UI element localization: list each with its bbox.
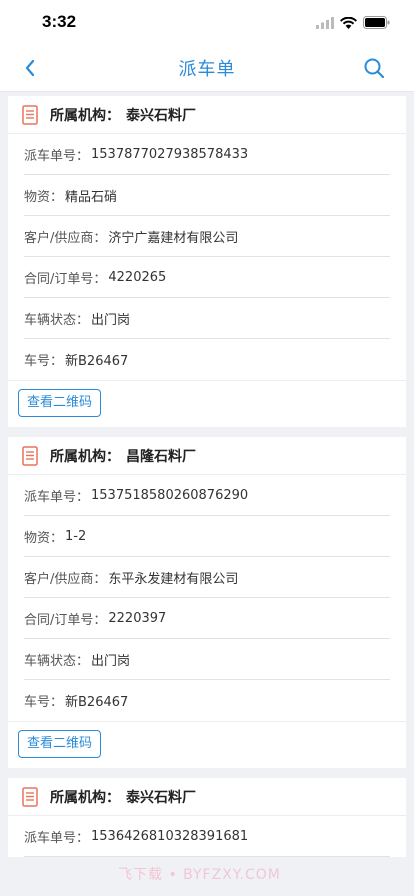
field-value: 1536426810328391681 (91, 828, 249, 844)
field-value: 济宁广嘉建材有限公司 (108, 230, 239, 246)
watermark-text: 飞下载 • BYFZXY.COM (118, 867, 281, 883)
org-value: 泰兴石料厂 (126, 789, 196, 806)
org-value: 昌隆石料厂 (126, 448, 196, 465)
field-material: 物资： 1-2 (24, 516, 390, 557)
wifi-icon (340, 14, 357, 33)
field-vehicle-status: 车辆状态： 出门岗 (24, 639, 390, 680)
field-customer: 客户/供应商： 济宁广嘉建材有限公司 (24, 216, 390, 257)
field-value: 新B26467 (65, 354, 129, 369)
page-title: 派车单 (178, 58, 236, 80)
battery-icon (363, 14, 390, 33)
search-button[interactable] (360, 54, 388, 82)
chevron-left-icon (25, 59, 35, 77)
card-header: 所属机构： 泰兴石料厂 (8, 96, 406, 134)
field-label: 派车单号： (24, 148, 90, 164)
field-label: 客户/供应商： (24, 230, 107, 246)
org-value: 泰兴石料厂 (126, 107, 196, 124)
field-value: 1537518580260876290 (91, 487, 249, 503)
field-value: 出门岗 (91, 312, 131, 328)
status-bar: 3:32 (0, 0, 414, 44)
field-label: 派车单号： (24, 489, 90, 505)
field-label: 物资： (24, 189, 64, 205)
field-label: 派车单号： (24, 830, 90, 846)
search-icon (364, 58, 385, 79)
field-dispatch-no: 派车单号： 1537518580260876290 (24, 475, 390, 516)
field-material: 物资： 精品石硝 (24, 175, 390, 216)
field-vehicle-status: 车辆状态： 出门岗 (24, 298, 390, 339)
field-customer: 客户/供应商： 东平永发建材有限公司 (24, 557, 390, 598)
view-qrcode-button[interactable]: 查看二维码 (18, 389, 102, 417)
field-value: 新B26467 (65, 695, 129, 710)
back-button[interactable] (16, 54, 44, 82)
view-qrcode-button[interactable]: 查看二维码 (18, 730, 102, 758)
card-footer: 查看二维码 (8, 721, 406, 768)
dispatch-list: 所属机构： 泰兴石料厂 派车单号： 1537877027938578433 物资… (0, 92, 414, 857)
document-icon (22, 786, 38, 807)
field-contract-no: 合同/订单号： 2220397 (24, 598, 390, 639)
status-icons (316, 14, 390, 33)
status-time: 3:32 (42, 12, 77, 31)
org-label: 所属机构： (50, 448, 120, 465)
field-value: 出门岗 (91, 653, 131, 669)
dispatch-card[interactable]: 所属机构： 昌隆石料厂 派车单号： 1537518580260876290 物资… (8, 437, 406, 768)
field-label: 车辆状态： (24, 312, 90, 328)
org-label: 所属机构： (50, 789, 120, 806)
field-label: 车辆状态： (24, 653, 90, 669)
dispatch-card[interactable]: 所属机构： 泰兴石料厂 派车单号： 1537877027938578433 物资… (8, 96, 406, 427)
field-label: 客户/供应商： (24, 571, 107, 587)
card-footer: 查看二维码 (8, 380, 406, 427)
org-label: 所属机构： (50, 107, 120, 124)
document-icon (22, 445, 38, 466)
field-label: 合同/订单号： (24, 271, 107, 287)
field-value: 1537877027938578433 (91, 146, 249, 162)
dispatch-card[interactable]: 所属机构： 泰兴石料厂 派车单号： 1536426810328391681 (8, 778, 406, 857)
field-plate-no: 车号： 新B26467 (24, 339, 390, 380)
document-icon (22, 104, 38, 125)
field-label: 车号： (24, 695, 64, 710)
card-header: 所属机构： 昌隆石料厂 (8, 437, 406, 475)
field-dispatch-no: 派车单号： 1536426810328391681 (24, 816, 390, 857)
field-contract-no: 合同/订单号： 4220265 (24, 257, 390, 298)
field-dispatch-no: 派车单号： 1537877027938578433 (24, 134, 390, 175)
field-label: 车号： (24, 354, 64, 369)
card-header: 所属机构： 泰兴石料厂 (8, 778, 406, 816)
field-value: 1-2 (65, 528, 87, 544)
nav-bar: 派车单 (0, 44, 414, 92)
field-value: 2220397 (108, 610, 167, 626)
field-label: 合同/订单号： (24, 612, 107, 628)
signal-icon (316, 14, 334, 33)
field-value: 精品石硝 (65, 189, 118, 205)
field-value: 4220265 (108, 269, 167, 285)
field-label: 物资： (24, 530, 64, 546)
field-plate-no: 车号： 新B26467 (24, 680, 390, 721)
field-value: 东平永发建材有限公司 (108, 571, 239, 587)
